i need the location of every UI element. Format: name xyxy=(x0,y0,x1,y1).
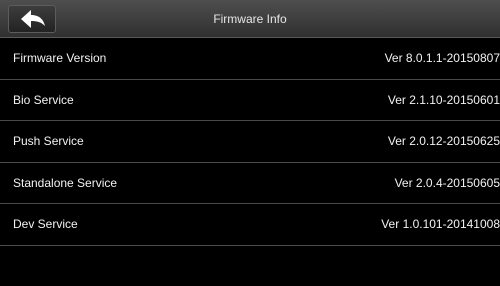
list-item-firmware-version[interactable]: Firmware Version Ver 8.0.1.1-20150807 xyxy=(0,38,500,80)
list-item-push-service[interactable]: Push Service Ver 2.0.12-20150625 xyxy=(0,121,500,163)
list-item-standalone-service[interactable]: Standalone Service Ver 2.0.4-20150605 xyxy=(0,163,500,205)
row-value: Ver 2.1.10-20150601 xyxy=(387,92,500,107)
row-value: Ver 1.0.101-20141008 xyxy=(381,217,500,232)
list-item-dev-service[interactable]: Dev Service Ver 1.0.101-20141008 xyxy=(0,204,500,246)
page-title: Firmware Info xyxy=(213,12,287,26)
arrow-left-icon xyxy=(21,10,45,28)
row-label: Firmware Version xyxy=(13,51,107,65)
row-label: Bio Service xyxy=(13,92,74,107)
row-label: Dev Service xyxy=(13,217,78,232)
row-value: Ver 8.0.1.1-20150807 xyxy=(384,51,500,65)
row-value: Ver 2.0.12-20150625 xyxy=(387,134,500,149)
row-label: Standalone Service xyxy=(13,175,118,190)
list-item-bio-service[interactable]: Bio Service Ver 2.1.10-20150601 xyxy=(0,80,500,122)
firmware-info-list: Firmware Version Ver 8.0.1.1-20150807 Bi… xyxy=(0,38,500,246)
back-button[interactable] xyxy=(8,5,56,33)
title-bar: Firmware Info xyxy=(0,0,500,38)
row-value: Ver 2.0.4-20150605 xyxy=(394,175,500,190)
row-label: Push Service xyxy=(13,134,84,149)
